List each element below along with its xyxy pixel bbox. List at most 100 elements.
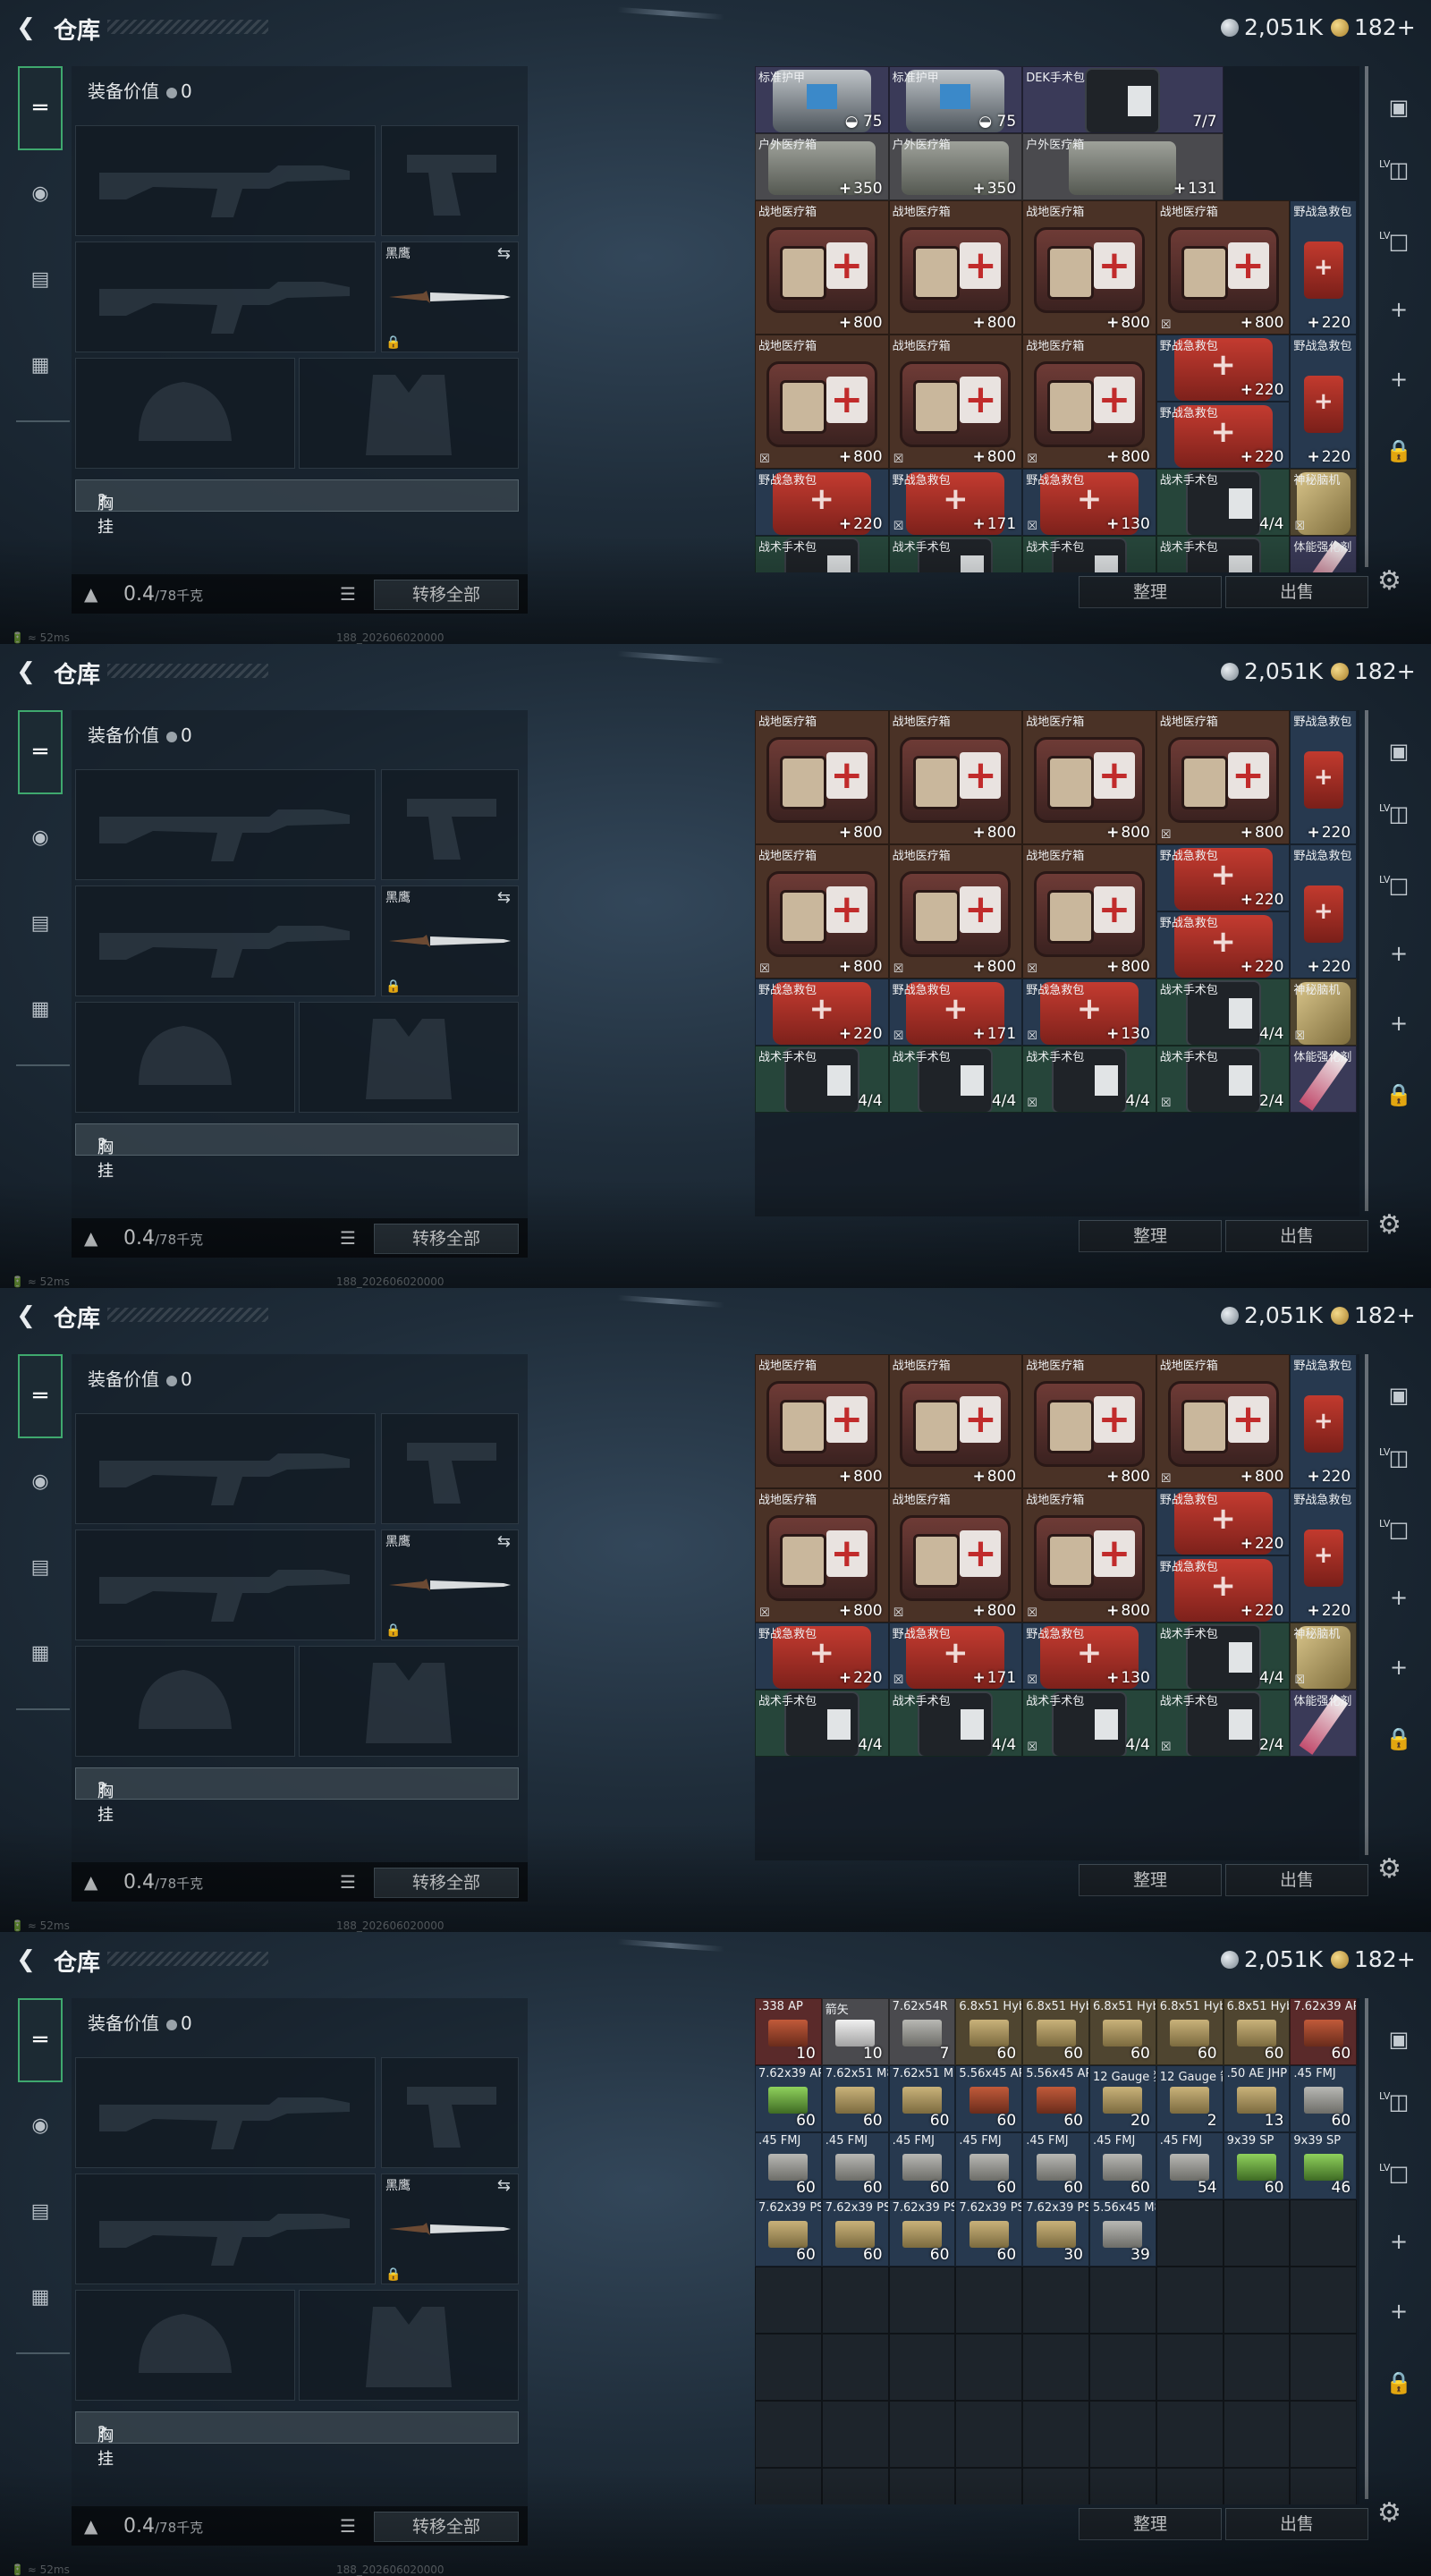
stash-item[interactable]: 体能强化剂 (1290, 536, 1358, 572)
swap-icon[interactable]: ⇆ (497, 888, 511, 907)
ammo-item[interactable]: 12 Gauge 箭形弹 2 (1156, 2065, 1224, 2132)
empty-slot[interactable] (1223, 2401, 1291, 2468)
empty-slot[interactable] (1290, 2468, 1358, 2504)
stash-tab-2[interactable]: LV □ (1379, 868, 1417, 903)
stash-item[interactable]: 战地医疗箱 +800 (1022, 200, 1156, 335)
stash-item[interactable]: 野战急救包 +130 ☒ (1022, 979, 1156, 1046)
secondary-weapon-slot[interactable] (381, 769, 519, 880)
stash-item[interactable]: 野战急救包 +220 (1156, 911, 1291, 979)
transfer-all-button[interactable]: 转移全部 (374, 580, 519, 610)
empty-slot[interactable] (1156, 2401, 1224, 2468)
empty-slot[interactable] (1223, 2468, 1291, 2504)
sell-button[interactable]: 出售 (1225, 1220, 1368, 1252)
stash-item[interactable]: 战术手术包 4/4 (1156, 469, 1291, 536)
ammo-item[interactable]: .45 FMJ 60 (1290, 2065, 1358, 2132)
helmet-icon[interactable]: ◉ (20, 174, 61, 215)
stash-tab-1[interactable]: LV ◫ (1379, 152, 1417, 188)
swap-icon[interactable]: ⇆ (497, 244, 511, 263)
chevron-left-icon[interactable]: ❮ (13, 658, 39, 685)
stash-item[interactable]: 战地医疗箱 +800 ☒ (1022, 844, 1156, 979)
add-tab-icon[interactable]: + (1381, 936, 1417, 971)
swap-icon[interactable]: ⇆ (497, 1532, 511, 1551)
chest-rig-slot[interactable]: 胸挂 ? (75, 1767, 519, 1825)
clipboard-icon[interactable]: ▤ (20, 903, 61, 945)
stash-item[interactable]: 战地医疗箱 +800 (888, 710, 1023, 844)
empty-slot[interactable] (1022, 2468, 1089, 2504)
clipboard-icon[interactable]: ▤ (20, 1547, 61, 1589)
stash-item[interactable]: 战地医疗箱 +800 (888, 1354, 1023, 1488)
empty-slot[interactable] (888, 2267, 956, 2334)
stash-item[interactable]: 战地医疗箱 +800 ☒ (888, 335, 1023, 469)
armor-slot[interactable] (299, 1646, 519, 1757)
stash-scrollbar[interactable] (1365, 1998, 1368, 2499)
sort-button[interactable]: 整理 (1079, 2508, 1222, 2540)
stash-item[interactable]: 野战急救包 +220 (1156, 335, 1291, 402)
stash-item[interactable]: 野战急救包 +171 ☒ (888, 1623, 1023, 1690)
pistol-icon[interactable]: ═ (18, 1998, 63, 2082)
transfer-all-button[interactable]: 转移全部 (374, 1868, 519, 1898)
chevron-left-icon[interactable]: ❮ (13, 1302, 39, 1329)
primary-weapon-slot[interactable] (75, 125, 376, 236)
ammo-item[interactable]: 7.62x51 M80 60 (821, 2065, 889, 2132)
stash-item[interactable]: 野战急救包 +130 ☒ (1022, 1623, 1156, 1690)
stash-item[interactable]: 战地医疗箱 +800 ☒ (1156, 1354, 1291, 1488)
add-tab-icon[interactable]: + (1381, 292, 1417, 327)
gold-currency[interactable]: 182+ (1331, 14, 1416, 40)
stash-item[interactable]: 野战急救包 +220 (1290, 1354, 1358, 1488)
empty-slot[interactable] (1022, 2401, 1089, 2468)
stash-item[interactable]: 战地医疗箱 +800 ☒ (755, 1488, 889, 1623)
sell-button[interactable]: 出售 (1225, 576, 1368, 608)
stash-item[interactable]: 战地医疗箱 +800 ☒ (1022, 335, 1156, 469)
stash-item[interactable]: 户外医疗箱 +350 (888, 133, 1023, 200)
ammo-item[interactable]: 7.62x39 PS 60 (755, 2199, 822, 2267)
gold-currency[interactable]: 182+ (1331, 658, 1416, 684)
empty-slot[interactable] (1022, 2267, 1089, 2334)
helmet-icon[interactable]: ◉ (20, 1462, 61, 1503)
backup-weapon-slot[interactable] (75, 886, 376, 996)
stash-item[interactable]: 野战急救包 +220 (755, 469, 889, 536)
gear-icon[interactable]: ⚙ (1377, 565, 1401, 597)
stash-item[interactable]: 战地医疗箱 +800 ☒ (755, 844, 889, 979)
stash-item[interactable]: 战地医疗箱 +800 ☒ (888, 844, 1023, 979)
stash-tab-2[interactable]: LV □ (1379, 2156, 1417, 2191)
backup-weapon-slot[interactable] (75, 1530, 376, 1640)
armor-slot[interactable] (299, 2290, 519, 2401)
ammo-item[interactable]: 9x39 SP 60 (1223, 2132, 1291, 2199)
empty-slot[interactable] (955, 2468, 1023, 2504)
stash-item[interactable]: 野战急救包 +220 (1290, 710, 1358, 844)
clipboard-icon[interactable]: ▤ (20, 2191, 61, 2233)
empty-slot[interactable] (1223, 2199, 1291, 2267)
armor-slot[interactable] (299, 358, 519, 469)
briefcase-icon[interactable]: ▦ (20, 989, 61, 1030)
list-icon[interactable]: ☰ (340, 1227, 356, 1249)
ammo-item[interactable]: 5.56x45 AP 60 (1022, 2065, 1089, 2132)
ammo-item[interactable]: 7.62x39 PS 30 (1022, 2199, 1089, 2267)
ammo-item[interactable]: 6.8x51 Hybrid 60 (1022, 1998, 1089, 2065)
ammo-item[interactable]: 7.62x51 M80 60 (888, 2065, 956, 2132)
stash-item[interactable]: 野战急救包 +220 (1290, 844, 1358, 979)
armor-slot[interactable] (299, 1002, 519, 1113)
stash-item[interactable]: 野战急救包 +220 (1290, 335, 1358, 469)
stash-item[interactable]: 野战急救包 +130 ☒ (1022, 469, 1156, 536)
list-icon[interactable]: ☰ (340, 1871, 356, 1893)
primary-weapon-slot[interactable] (75, 1413, 376, 1524)
primary-weapon-slot[interactable] (75, 769, 376, 880)
stash-item[interactable]: 体能强化剂 (1290, 1046, 1358, 1113)
sort-button[interactable]: 整理 (1079, 1220, 1222, 1252)
empty-slot[interactable] (755, 2468, 822, 2504)
ammo-item[interactable]: 7.62x39 PS 60 (888, 2199, 956, 2267)
empty-slot[interactable] (821, 2401, 889, 2468)
stash-item[interactable]: 战地医疗箱 +800 ☒ (888, 1488, 1023, 1623)
empty-slot[interactable] (755, 2401, 822, 2468)
chest-rig-slot[interactable]: 胸挂 ? (75, 479, 519, 537)
stash-item[interactable]: 战术手术包 2/4 ☒ (1156, 1046, 1291, 1113)
stash-home-icon[interactable]: ▣ (1381, 1377, 1417, 1413)
briefcase-icon[interactable]: ▦ (20, 1633, 61, 1674)
sort-button[interactable]: 整理 (1079, 1864, 1222, 1896)
chest-rig-slot[interactable]: 胸挂 ? (75, 2411, 519, 2469)
empty-slot[interactable] (955, 2334, 1023, 2401)
stash-item[interactable]: 战地医疗箱 +800 (755, 1354, 889, 1488)
stash-scrollbar[interactable] (1365, 1354, 1368, 1855)
empty-slot[interactable] (955, 2267, 1023, 2334)
stash-item[interactable]: 神秘脑机 ☒ (1290, 1623, 1358, 1690)
